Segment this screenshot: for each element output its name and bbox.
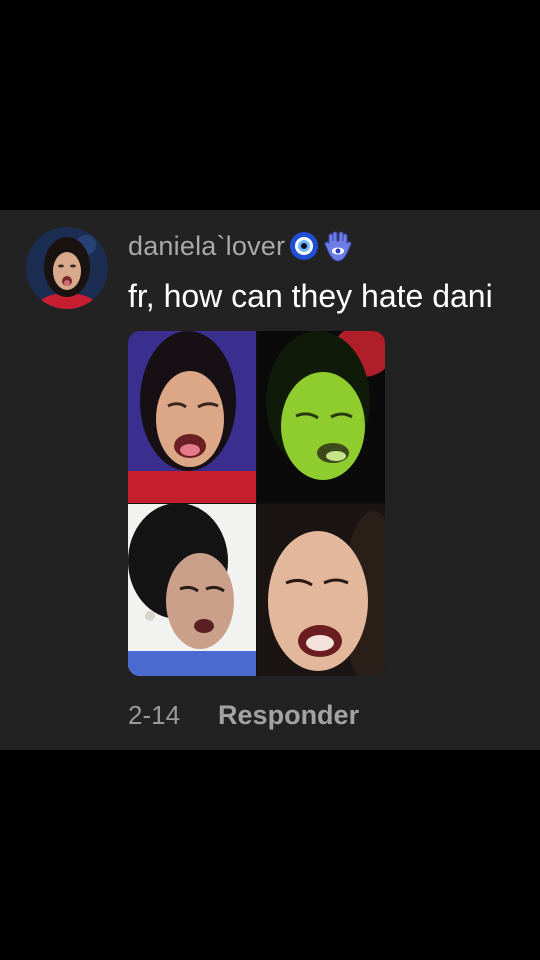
avatar[interactable]	[26, 227, 108, 309]
hamsa-hand-icon	[323, 231, 353, 262]
comment-card: daniela`lover fr, how can they hate dani	[0, 210, 540, 750]
photo-top-left	[128, 331, 256, 503]
username-row: daniela`lover	[128, 228, 353, 264]
photo-bottom-left	[128, 503, 256, 676]
username[interactable]: daniela`lover	[128, 231, 285, 262]
comment-meta: 2-14 Responder	[128, 700, 359, 731]
reply-button[interactable]: Responder	[218, 700, 359, 731]
avatar-image	[26, 227, 108, 309]
photo-top-right-green	[257, 331, 385, 503]
screen: daniela`lover fr, how can they hate dani	[0, 0, 540, 960]
comment-image-collage[interactable]	[128, 331, 385, 676]
comment-date: 2-14	[128, 700, 181, 730]
comment-text: fr, how can they hate dani	[128, 278, 493, 314]
photo-bottom-right	[257, 504, 385, 676]
nazar-amulet-icon	[289, 231, 319, 261]
